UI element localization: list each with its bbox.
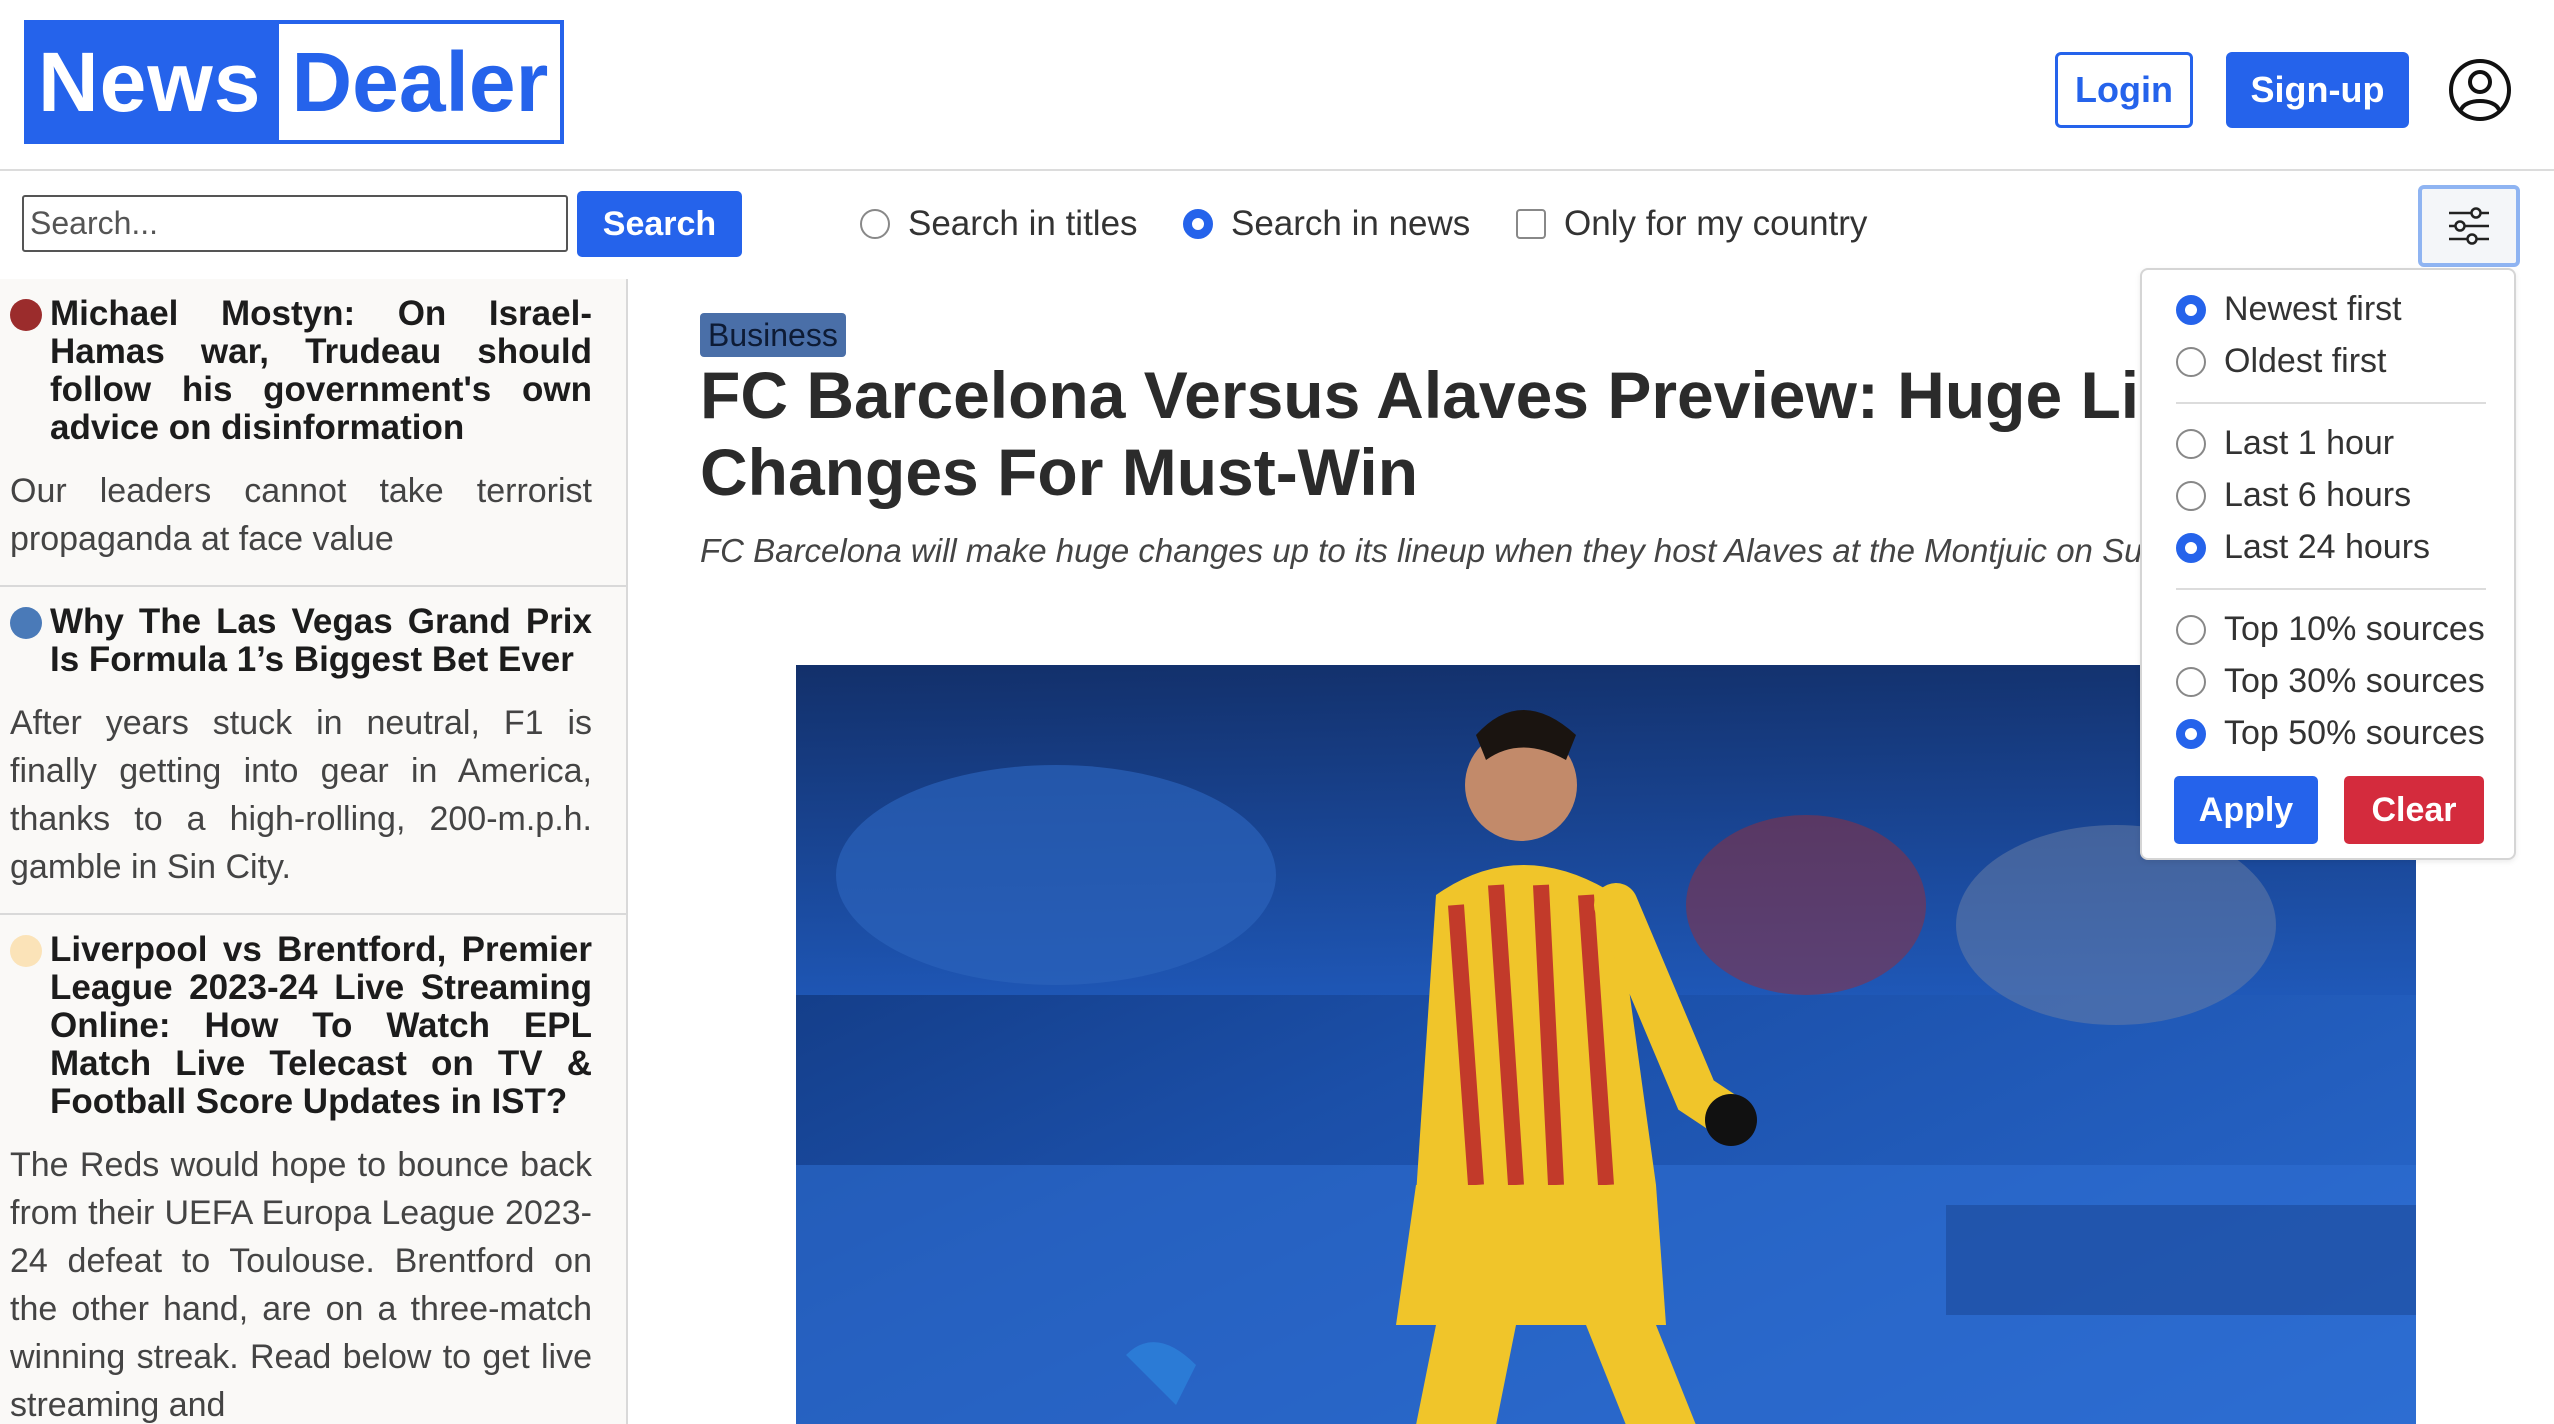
search-in-titles-radio[interactable] xyxy=(860,209,890,239)
clear-filters-button[interactable]: Clear xyxy=(2344,776,2484,844)
sources-top-50-option[interactable]: Top 50% sources xyxy=(2176,714,2485,753)
news-item-description: After years stuck in neutral, F1 is fina… xyxy=(10,704,592,886)
signup-button[interactable]: Sign-up xyxy=(2226,52,2409,128)
time-last-6-hours-radio[interactable] xyxy=(2176,480,2206,511)
sources-top-30-option[interactable]: Top 30% sources xyxy=(2176,662,2485,701)
top-header: News Dealer Login Sign-up xyxy=(0,0,2554,171)
sources-top-30-radio[interactable] xyxy=(2176,666,2206,697)
time-last-24-hours-option[interactable]: Last 24 hours xyxy=(2176,528,2430,567)
only-my-country-option[interactable]: Only for my country xyxy=(1516,204,1867,244)
search-toolbar: Search Search in titles Search in news O… xyxy=(0,171,2554,279)
sliders-icon xyxy=(2449,207,2489,245)
source-dot-icon xyxy=(10,299,42,331)
news-item-description: The Reds would hope to bounce back from … xyxy=(10,1146,592,1424)
only-my-country-checkbox[interactable] xyxy=(1516,209,1546,239)
time-last-1-hour-label: Last 1 hour xyxy=(2224,424,2395,462)
sources-top-10-label: Top 10% sources xyxy=(2224,610,2485,648)
news-item-title[interactable]: Michael Mostyn: On Israel-Hamas war, Tru… xyxy=(50,295,592,447)
divider xyxy=(2176,588,2486,590)
search-in-news-option[interactable]: Search in news xyxy=(1183,204,1470,244)
sort-newest-option[interactable]: Newest first xyxy=(2176,290,2402,329)
time-last-1-hour-radio[interactable] xyxy=(2176,428,2206,459)
search-input[interactable] xyxy=(22,195,568,252)
time-last-24-hours-radio[interactable] xyxy=(2176,532,2206,563)
search-in-titles-option[interactable]: Search in titles xyxy=(860,204,1138,244)
search-button[interactable]: Search xyxy=(577,191,742,257)
filter-settings-button[interactable] xyxy=(2418,185,2520,267)
news-item-title[interactable]: Liverpool vs Brentford, Premier League 2… xyxy=(50,931,592,1121)
time-last-6-hours-label: Last 6 hours xyxy=(2224,476,2412,514)
news-item-title[interactable]: Why The Las Vegas Grand Prix Is Formula … xyxy=(50,603,592,679)
time-last-24-hours-label: Last 24 hours xyxy=(2224,528,2431,566)
divider xyxy=(2176,402,2486,404)
sources-top-10-option[interactable]: Top 10% sources xyxy=(2176,610,2485,649)
news-item-description: Our leaders cannot take terrorist propag… xyxy=(10,472,592,558)
sources-top-30-label: Top 30% sources xyxy=(2224,662,2485,700)
login-button[interactable]: Login xyxy=(2055,52,2193,128)
search-in-news-label: Search in news xyxy=(1231,204,1471,243)
source-dot-icon xyxy=(10,935,42,967)
sort-oldest-radio[interactable] xyxy=(2176,346,2206,377)
source-dot-icon xyxy=(10,607,42,639)
sources-top-50-radio[interactable] xyxy=(2176,718,2206,749)
news-sidebar: Michael Mostyn: On Israel-Hamas war, Tru… xyxy=(0,279,628,1424)
logo-part-news: News xyxy=(38,35,262,129)
search-in-titles-label: Search in titles xyxy=(908,204,1138,243)
only-my-country-label: Only for my country xyxy=(1564,204,1868,243)
sources-top-50-label: Top 50% sources xyxy=(2224,714,2485,752)
news-list-item[interactable]: Michael Mostyn: On Israel-Hamas war, Tru… xyxy=(0,279,626,587)
sort-newest-label: Newest first xyxy=(2224,290,2402,328)
sort-oldest-label: Oldest first xyxy=(2224,342,2387,380)
news-list-item[interactable]: Why The Las Vegas Grand Prix Is Formula … xyxy=(0,587,626,915)
sort-oldest-option[interactable]: Oldest first xyxy=(2176,342,2386,381)
news-list-item[interactable]: Liverpool vs Brentford, Premier League 2… xyxy=(0,915,626,1424)
category-badge[interactable]: Business xyxy=(700,313,846,357)
apply-filters-button[interactable]: Apply xyxy=(2174,776,2318,844)
sources-top-10-radio[interactable] xyxy=(2176,614,2206,645)
time-last-1-hour-option[interactable]: Last 1 hour xyxy=(2176,424,2394,463)
time-last-6-hours-option[interactable]: Last 6 hours xyxy=(2176,476,2411,515)
sort-newest-radio[interactable] xyxy=(2176,294,2206,325)
search-in-news-radio[interactable] xyxy=(1183,209,1213,239)
filter-dropdown-panel: Newest first Oldest first Last 1 hour La… xyxy=(2140,268,2516,860)
user-profile-icon[interactable] xyxy=(2448,58,2512,122)
logo-part-dealer: Dealer xyxy=(279,24,561,140)
site-logo[interactable]: News Dealer xyxy=(24,20,565,144)
